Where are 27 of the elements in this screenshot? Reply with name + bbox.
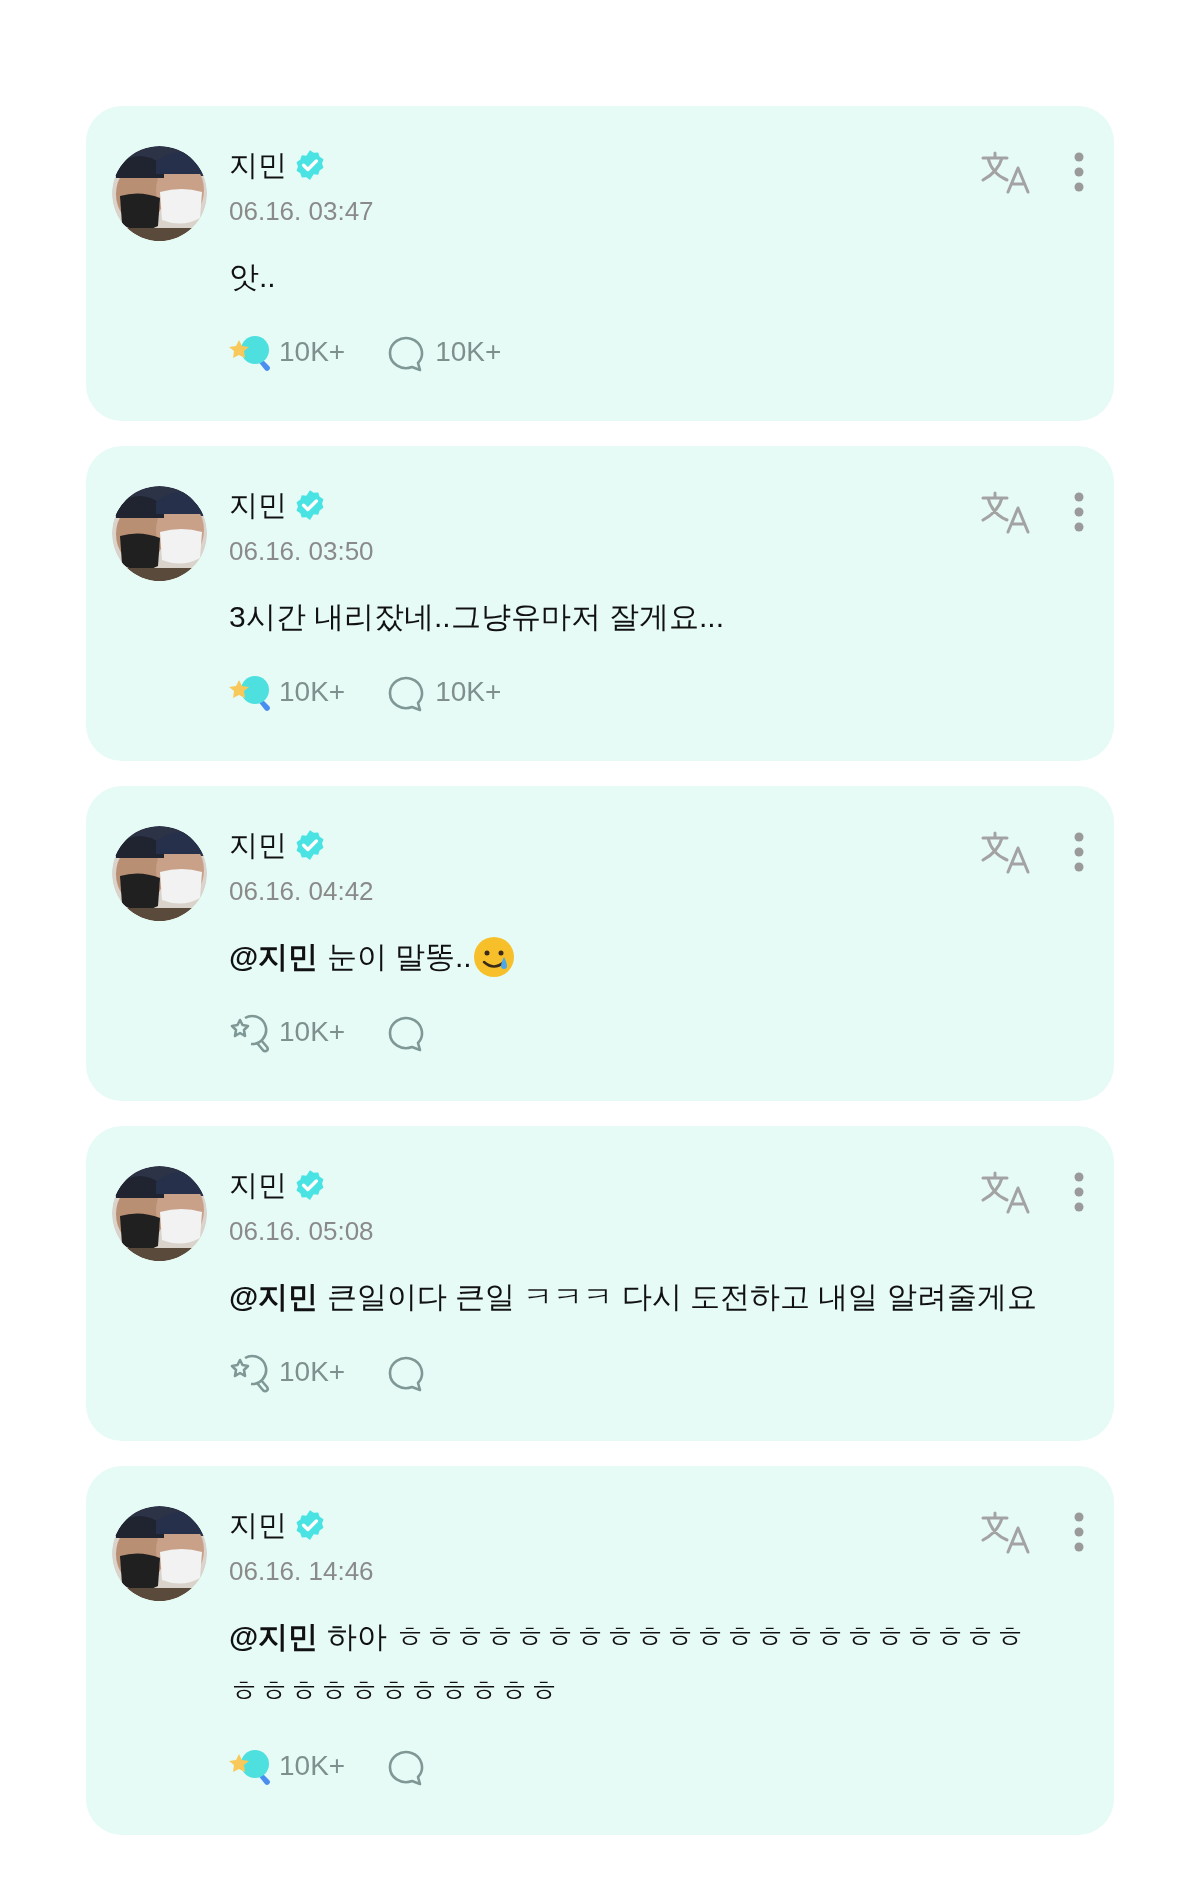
more-options-icon[interactable] [1074,492,1084,532]
like-button[interactable]: 10K+ [229,330,346,374]
more-options-icon[interactable] [1074,1172,1084,1212]
post-text: 3시간 내리잤네..그냥유마저 잘게요... [229,599,725,635]
post-text: @지민 하아 ㅎㅎㅎㅎㅎㅎㅎㅎㅎㅎㅎㅎㅎㅎㅎㅎㅎㅎㅎㅎㅎㅎㅎㅎㅎㅎㅎㅎㅎㅎㅎㅎ [229,1619,1026,1709]
post-text: 앗.. [229,259,276,295]
more-options-icon[interactable] [1074,1512,1084,1552]
post-text: @지민 큰일이다 큰일 ㅋㅋㅋ 다시 도전하고 내일 알려줄게요 [229,1279,1037,1315]
post-time: 06.16. 14:46 [229,1555,374,1588]
post-time: 06.16. 03:50 [229,535,374,568]
comment-button[interactable]: 10K+ [385,331,502,373]
author-name: 지민 [229,148,287,183]
like-button[interactable]: 10K+ [229,670,346,714]
author-name: 지민 [229,1508,287,1543]
comment-button[interactable]: 10K+ [385,671,502,713]
like-button[interactable]: 10K+ [229,1350,346,1394]
post-time: 06.16. 03:47 [229,195,374,228]
post-time: 06.16. 05:08 [229,1215,374,1248]
like-button[interactable]: 10K+ [229,1010,346,1054]
post-text: @지민 눈이 말똥.. [229,939,472,975]
more-options-icon[interactable] [1074,832,1084,872]
like-button[interactable]: 10K+ [229,1744,346,1788]
more-options-icon[interactable] [1074,152,1084,192]
author-name: 지민 [229,488,287,523]
post-time: 06.16. 04:42 [229,875,374,908]
author-name: 지민 [229,828,287,863]
author-name: 지민 [229,1168,287,1203]
